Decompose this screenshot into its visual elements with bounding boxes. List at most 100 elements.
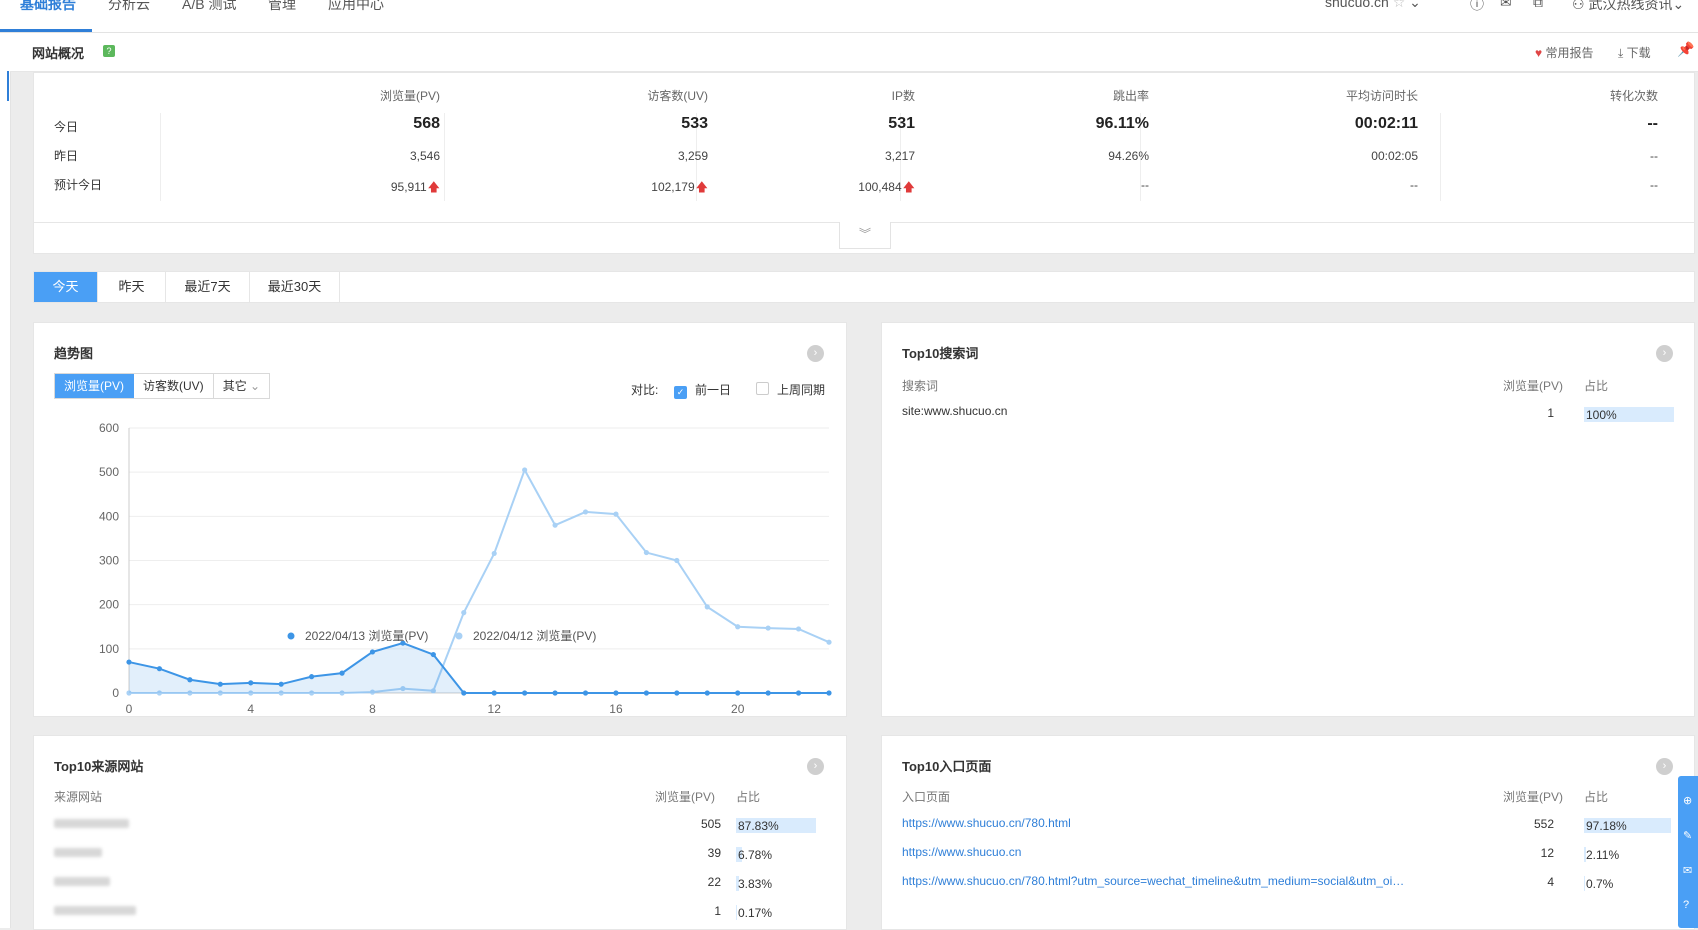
range-tab-yesterday[interactable]: 昨天 xyxy=(98,272,166,302)
data-point xyxy=(156,666,163,672)
y-tick-label: 500 xyxy=(99,465,119,479)
data-point xyxy=(369,689,376,695)
source-pv: 22 xyxy=(707,875,721,889)
data-point xyxy=(187,677,193,683)
yesterday-avg-time: 00:02:05 xyxy=(1371,149,1418,163)
blurred-source-site xyxy=(54,819,129,828)
col-header-pv: 浏览量(PV) xyxy=(655,790,716,804)
source-sites-title: Top10来源网站 xyxy=(54,759,144,774)
y-tick-label: 400 xyxy=(99,509,119,523)
help-badge-icon[interactable]: ? xyxy=(103,45,115,57)
star-icon[interactable]: ☆ xyxy=(1393,0,1406,10)
left-rail-indicator xyxy=(7,71,9,101)
entry-link[interactable]: https://www.shucuo.cn/780.html?utm_sourc… xyxy=(902,874,1404,888)
col-header-ip: IP数 xyxy=(891,89,915,103)
yesterday-ip: 3,217 xyxy=(884,149,915,163)
copy-icon[interactable]: ⧉ xyxy=(1533,0,1543,11)
data-point xyxy=(400,640,406,646)
source-share: 3.83% xyxy=(738,877,773,891)
question-icon[interactable]: ? xyxy=(1683,899,1689,911)
entry-link[interactable]: https://www.shucuo.cn xyxy=(902,845,1021,859)
tab-app-center[interactable]: 应用中心 xyxy=(328,0,384,14)
user-menu[interactable]: ⚇ 武汉热线资讯⌄ xyxy=(1572,0,1684,14)
more-arrow-icon[interactable]: › xyxy=(807,345,824,362)
help-icon[interactable]: ⓘ xyxy=(1470,0,1484,14)
tab-basic-report[interactable]: 基础报告 xyxy=(20,0,76,14)
row-label-yesterday: 昨日 xyxy=(54,149,79,163)
checkbox-checked-icon[interactable]: ✓ xyxy=(674,386,687,399)
row-label-forecast: 预计今日 xyxy=(54,178,103,192)
summary-table: 浏览量(PV) 访客数(UV) IP数 跳出率 平均访问时长 转化次数 今日 昨… xyxy=(33,72,1695,254)
metric-tab-uv[interactable]: 访客数(UV) xyxy=(134,374,214,398)
up-arrow-icon: 🡅 xyxy=(695,180,708,194)
mail-icon[interactable]: ✉ xyxy=(1500,0,1512,11)
more-arrow-icon[interactable]: › xyxy=(1656,758,1673,775)
data-point xyxy=(248,680,254,686)
col-header-share: 占比 xyxy=(736,790,761,804)
entry-pages-card: Top10入口页面 › 入口页面 浏览量(PV) 占比 https://www.… xyxy=(881,735,1695,930)
user-name: 武汉热线资讯 xyxy=(1588,0,1673,12)
data-point xyxy=(704,604,710,610)
data-point xyxy=(156,690,163,696)
page-header: 网站概况 ? ♥ 常用报告 ⤓ 下载 📌 xyxy=(10,33,1698,72)
chevron-down-icon: ⌄ xyxy=(250,379,261,393)
chat-icon[interactable]: ✉ xyxy=(1683,864,1692,877)
metric-tab-pv[interactable]: 浏览量(PV) xyxy=(55,374,135,398)
yesterday-uv: 3,259 xyxy=(677,149,708,163)
col-header-pv: 浏览量(PV) xyxy=(379,89,440,103)
data-point xyxy=(704,690,710,696)
expand-summary-button[interactable]: ︾ xyxy=(839,222,891,249)
legend-label: 2022/04/13 浏览量(PV) xyxy=(305,628,428,643)
checkbox-icon[interactable] xyxy=(756,382,769,395)
tab-analysis-cloud[interactable]: 分析云 xyxy=(108,0,150,14)
data-point xyxy=(674,557,680,564)
tab-ab-test[interactable]: A/B 测试 xyxy=(182,0,236,14)
data-point xyxy=(339,670,345,676)
source-share: 0.17% xyxy=(738,906,773,920)
col-header-conversions: 转化次数 xyxy=(1609,89,1658,103)
site-name: shucuo.cn xyxy=(1325,0,1389,10)
legend-label: 2022/04/12 浏览量(PV) xyxy=(473,628,596,643)
entry-share: 97.18% xyxy=(1586,819,1627,833)
compare-last-week[interactable]: 上周同期 xyxy=(756,381,825,398)
share-bar: 3.83% xyxy=(736,876,772,891)
pin-icon[interactable]: 📌 xyxy=(1677,41,1694,58)
favorite-report-button[interactable]: ♥ 常用报告 xyxy=(1535,44,1593,61)
chevron-down-icon: ⌄ xyxy=(1409,0,1421,10)
more-arrow-icon[interactable]: › xyxy=(807,758,824,775)
range-tab-7days[interactable]: 最近7天 xyxy=(166,272,250,302)
download-button[interactable]: ⤓ 下载 xyxy=(1618,44,1651,61)
range-tab-today[interactable]: 今天 xyxy=(34,272,98,302)
today-conversions: -- xyxy=(1647,115,1658,132)
trend-card: 趋势图 › 浏览量(PV) 访客数(UV) 其它 ⌄ 对比: ✓ 前一日 上周同期… xyxy=(33,322,847,717)
compare-last-week-label: 上周同期 xyxy=(777,383,826,397)
entry-link[interactable]: https://www.shucuo.cn/780.html xyxy=(902,816,1071,830)
data-point xyxy=(674,690,680,696)
search-words-title: Top10搜索词 xyxy=(902,346,979,361)
data-point xyxy=(126,659,132,665)
compare-prev-day[interactable]: ✓ 前一日 xyxy=(674,381,731,399)
user-icon: ⚇ xyxy=(1572,0,1585,12)
data-point xyxy=(278,690,284,696)
blurred-source-site xyxy=(54,877,110,886)
divider xyxy=(1440,113,1441,201)
metric-dropdown[interactable]: 其它 ⌄ xyxy=(214,374,269,398)
service-icon[interactable]: ⊕ xyxy=(1683,794,1692,807)
more-arrow-icon[interactable]: › xyxy=(1656,345,1673,362)
site-selector[interactable]: shucuo.cn ☆ ⌄ xyxy=(1325,0,1421,11)
trend-title: 趋势图 xyxy=(54,346,94,361)
compare-prev-day-label: 前一日 xyxy=(695,383,732,397)
today-ip: 531 xyxy=(888,115,915,132)
yesterday-pv: 3,546 xyxy=(409,149,440,163)
x-tick-label: 12 xyxy=(488,702,502,716)
forecast-avg-time: -- xyxy=(1410,178,1418,192)
divider xyxy=(444,113,445,201)
tab-manage[interactable]: 管理 xyxy=(268,0,296,14)
col-header-uv: 访客数(UV) xyxy=(647,89,708,103)
source-share: 87.83% xyxy=(738,819,779,833)
today-uv: 533 xyxy=(681,115,708,132)
favorite-report-label: 常用报告 xyxy=(1545,46,1594,60)
feedback-icon[interactable]: ✎ xyxy=(1683,829,1692,842)
range-tab-30days[interactable]: 最近30天 xyxy=(250,272,340,302)
data-point xyxy=(765,690,771,696)
